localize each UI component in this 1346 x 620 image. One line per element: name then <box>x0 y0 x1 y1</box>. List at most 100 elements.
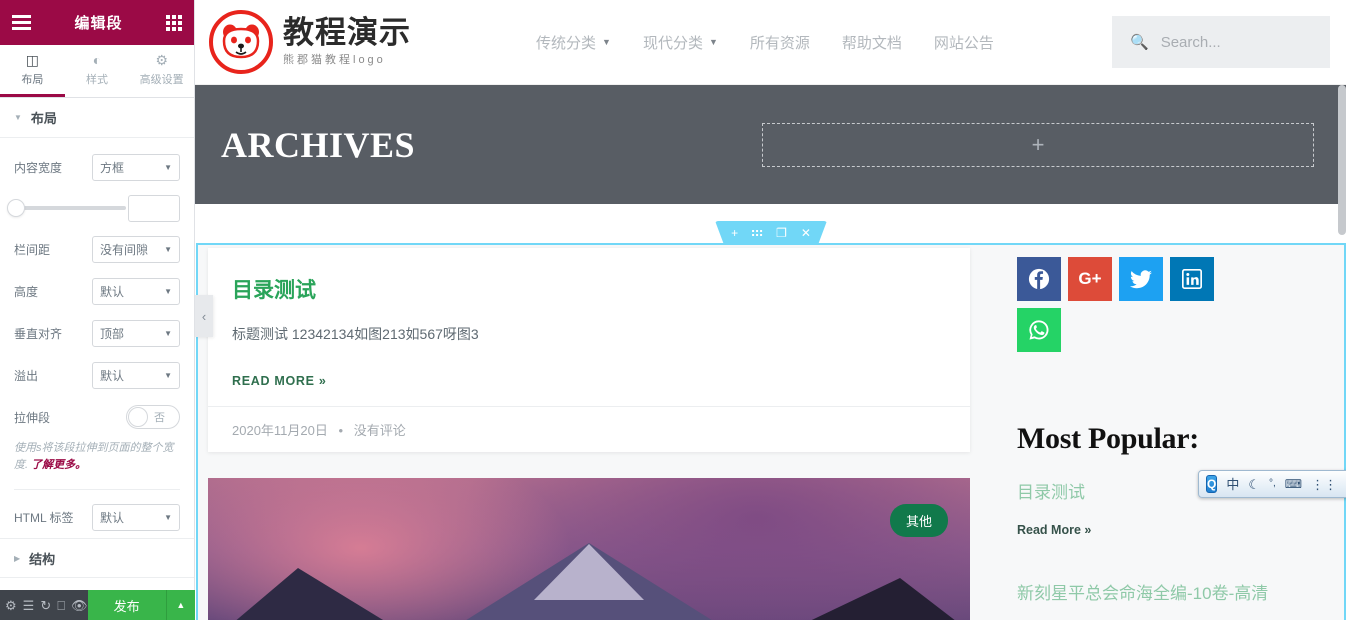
post-card: 目录测试 标题测试 12342134如图213如567呀图3 READ MORE… <box>208 248 970 452</box>
panel-footer: ⚙ ☰ ↻ ⎕ 👁 发布 ▲ <box>0 590 195 620</box>
close-icon[interactable]: ✕ <box>801 227 811 239</box>
right-ridge <box>690 578 970 620</box>
site-preview: 教程演示 熊郡猫教程logo 传统分类 ▼ 现代分类 ▼ 所有资源 帮助文档 网… <box>195 0 1346 620</box>
whatsapp-icon[interactable] <box>1017 308 1061 352</box>
elementor-editor-window: 编辑段 ◫ 布局 ◐ 样式 ⚙ 高级设置 ▼ 布局 内容宽度 方框 ▼ 栏间距 … <box>0 0 1346 620</box>
toolbox-icon[interactable]: ⋮⋮ <box>1311 478 1337 491</box>
chevron-down-icon: ▼ <box>164 162 172 172</box>
search-input[interactable]: 🔍 Search... <box>1112 16 1330 68</box>
nav-item-traditional[interactable]: 传统分类 ▼ <box>536 32 611 53</box>
overflow-select[interactable]: 默认 ▼ <box>92 361 180 389</box>
moon-icon[interactable]: ☾ <box>1248 478 1260 491</box>
preview-icon[interactable]: 👁 <box>71 599 88 612</box>
post-comments[interactable]: 没有评论 <box>354 423 406 438</box>
site-logo[interactable]: 教程演示 熊郡猫教程logo <box>209 10 411 74</box>
vertical-scrollbar[interactable] <box>1338 85 1346 620</box>
structure-section-header[interactable]: ▶ 结构 <box>0 538 194 578</box>
popular-post-link-2[interactable]: 新刻星平总会命海全编-10卷-高清 <box>1017 579 1293 604</box>
google-plus-icon[interactable]: G+ <box>1068 257 1112 301</box>
chevron-left-icon[interactable]: ‹ <box>195 295 213 337</box>
toggle-knob <box>128 407 148 427</box>
panel-header: 编辑段 <box>0 0 194 45</box>
chevron-down-icon: ▼ <box>164 328 172 338</box>
panel-tabs: ◫ 布局 ◐ 样式 ⚙ 高级设置 <box>0 45 194 98</box>
html-tag-select[interactable]: 默认 ▼ <box>92 503 180 531</box>
nav-item-label: 所有资源 <box>749 34 810 52</box>
control-height: 高度 默认 ▼ <box>14 270 180 312</box>
learn-more-link[interactable]: 了解更多。 <box>31 459 86 471</box>
linkedin-icon[interactable] <box>1170 257 1214 301</box>
history-icon[interactable]: ↻ <box>40 599 51 612</box>
nav-item-label: 传统分类 <box>536 34 597 52</box>
overflow-value: 默认 <box>100 368 125 383</box>
gear-icon[interactable]: ⚙ <box>5 599 17 612</box>
drag-dots-icon[interactable] <box>752 230 762 236</box>
control-vertical-align-label: 垂直对齐 <box>14 326 63 341</box>
plus-icon[interactable]: + <box>731 227 738 239</box>
tab-advanced[interactable]: ⚙ 高级设置 <box>129 45 194 97</box>
height-select[interactable]: 默认 ▼ <box>92 277 180 305</box>
google-plus-glyph: G+ <box>1078 269 1102 288</box>
most-popular-heading: Most Popular: <box>1017 422 1199 455</box>
nav-item-modern[interactable]: 现代分类 ▼ <box>643 32 718 53</box>
tab-layout[interactable]: ◫ 布局 <box>0 45 65 97</box>
control-column-gap: 栏间距 没有间隙 ▼ <box>14 228 180 270</box>
selected-section[interactable]: + ❐ ✕ 目录测试 标题测试 12342134如图213如567呀图3 REA… <box>196 243 1346 620</box>
qq-ime-toolbar[interactable]: Q 中 ☾ °, ⌨ ⋮⋮ 🔧 <box>1198 470 1346 498</box>
nav-item-announcements[interactable]: 网站公告 <box>934 32 994 53</box>
tab-style[interactable]: ◐ 样式 <box>65 45 130 97</box>
stretch-section-toggle[interactable]: 否 <box>126 405 180 429</box>
chevron-up-icon[interactable]: ▲ <box>165 590 195 620</box>
post-featured-image[interactable]: 其他 <box>208 478 970 620</box>
post-title[interactable]: 目录测试 <box>232 274 946 304</box>
content-width-select[interactable]: 方框 ▼ <box>92 153 180 181</box>
publish-button[interactable]: 发布 <box>87 590 166 620</box>
layers-icon[interactable]: ☰ <box>23 599 35 612</box>
chevron-down-icon: ▼ <box>602 37 611 47</box>
site-header: 教程演示 熊郡猫教程logo 传统分类 ▼ 现代分类 ▼ 所有资源 帮助文档 网… <box>195 0 1346 85</box>
add-section-placeholder[interactable]: + <box>762 122 1314 167</box>
search-placeholder: Search... <box>1160 33 1221 51</box>
responsive-icon[interactable]: ⎕ <box>57 599 65 612</box>
keyboard-icon[interactable]: ⌨ <box>1285 477 1302 491</box>
nav-item-all-resources[interactable]: 所有资源 <box>750 32 810 53</box>
twitter-icon[interactable] <box>1119 257 1163 301</box>
gear-icon: ⚙ <box>155 51 168 68</box>
control-stretch-section: 拉伸段 否 <box>14 396 180 438</box>
vertical-align-select[interactable]: 顶部 ▼ <box>92 319 180 347</box>
layout-section-header[interactable]: ▼ 布局 <box>0 98 194 138</box>
hamburger-icon[interactable] <box>12 15 31 30</box>
html-tag-value: 默认 <box>100 510 125 525</box>
content-width-number-input[interactable] <box>128 194 180 222</box>
chevron-down-icon: ▼ <box>164 286 172 296</box>
column-gap-value: 没有间隙 <box>100 242 149 257</box>
grid-icon[interactable] <box>165 14 182 31</box>
popular-read-more-link[interactable]: Read More » <box>1017 523 1293 537</box>
height-value: 默认 <box>100 284 125 299</box>
slider-knob[interactable] <box>7 199 25 217</box>
control-html-tag-label: HTML 标签 <box>14 510 74 525</box>
qq-logo-icon[interactable]: Q <box>1206 475 1218 493</box>
punctuation-mode[interactable]: °, <box>1269 479 1276 489</box>
control-html-tag: HTML 标签 默认 ▼ <box>14 496 180 538</box>
structure-section-title: 结构 <box>29 551 56 567</box>
stretch-value: 否 <box>154 412 165 424</box>
nav-item-help-docs[interactable]: 帮助文档 <box>842 32 902 53</box>
post-date: 2020年11月20日 <box>232 423 328 438</box>
scrollbar-thumb[interactable] <box>1338 85 1346 235</box>
chevron-down-icon: ▼ <box>708 37 718 47</box>
ime-language-mode[interactable]: 中 <box>1226 478 1239 491</box>
main-column: 目录测试 标题测试 12342134如图213如567呀图3 READ MORE… <box>198 245 970 620</box>
post-excerpt: 标题测试 12342134如图213如567呀图3 <box>232 326 479 342</box>
archives-banner: ARCHIVES + <box>195 85 1346 204</box>
facebook-icon[interactable] <box>1017 257 1061 301</box>
page-title: ARCHIVES <box>221 124 416 165</box>
column-gap-select[interactable]: 没有间隙 ▼ <box>92 235 180 263</box>
content-width-value: 方框 <box>100 160 125 175</box>
content-width-slider[interactable] <box>7 199 126 217</box>
editor-panel: 编辑段 ◫ 布局 ◐ 样式 ⚙ 高级设置 ▼ 布局 内容宽度 方框 ▼ 栏间距 … <box>0 0 195 620</box>
copy-icon[interactable]: ❐ <box>776 227 787 239</box>
category-badge[interactable]: 其他 <box>889 504 948 537</box>
content-width-slider-row <box>7 188 180 228</box>
post-read-more-link[interactable]: READ MORE » <box>232 374 946 388</box>
